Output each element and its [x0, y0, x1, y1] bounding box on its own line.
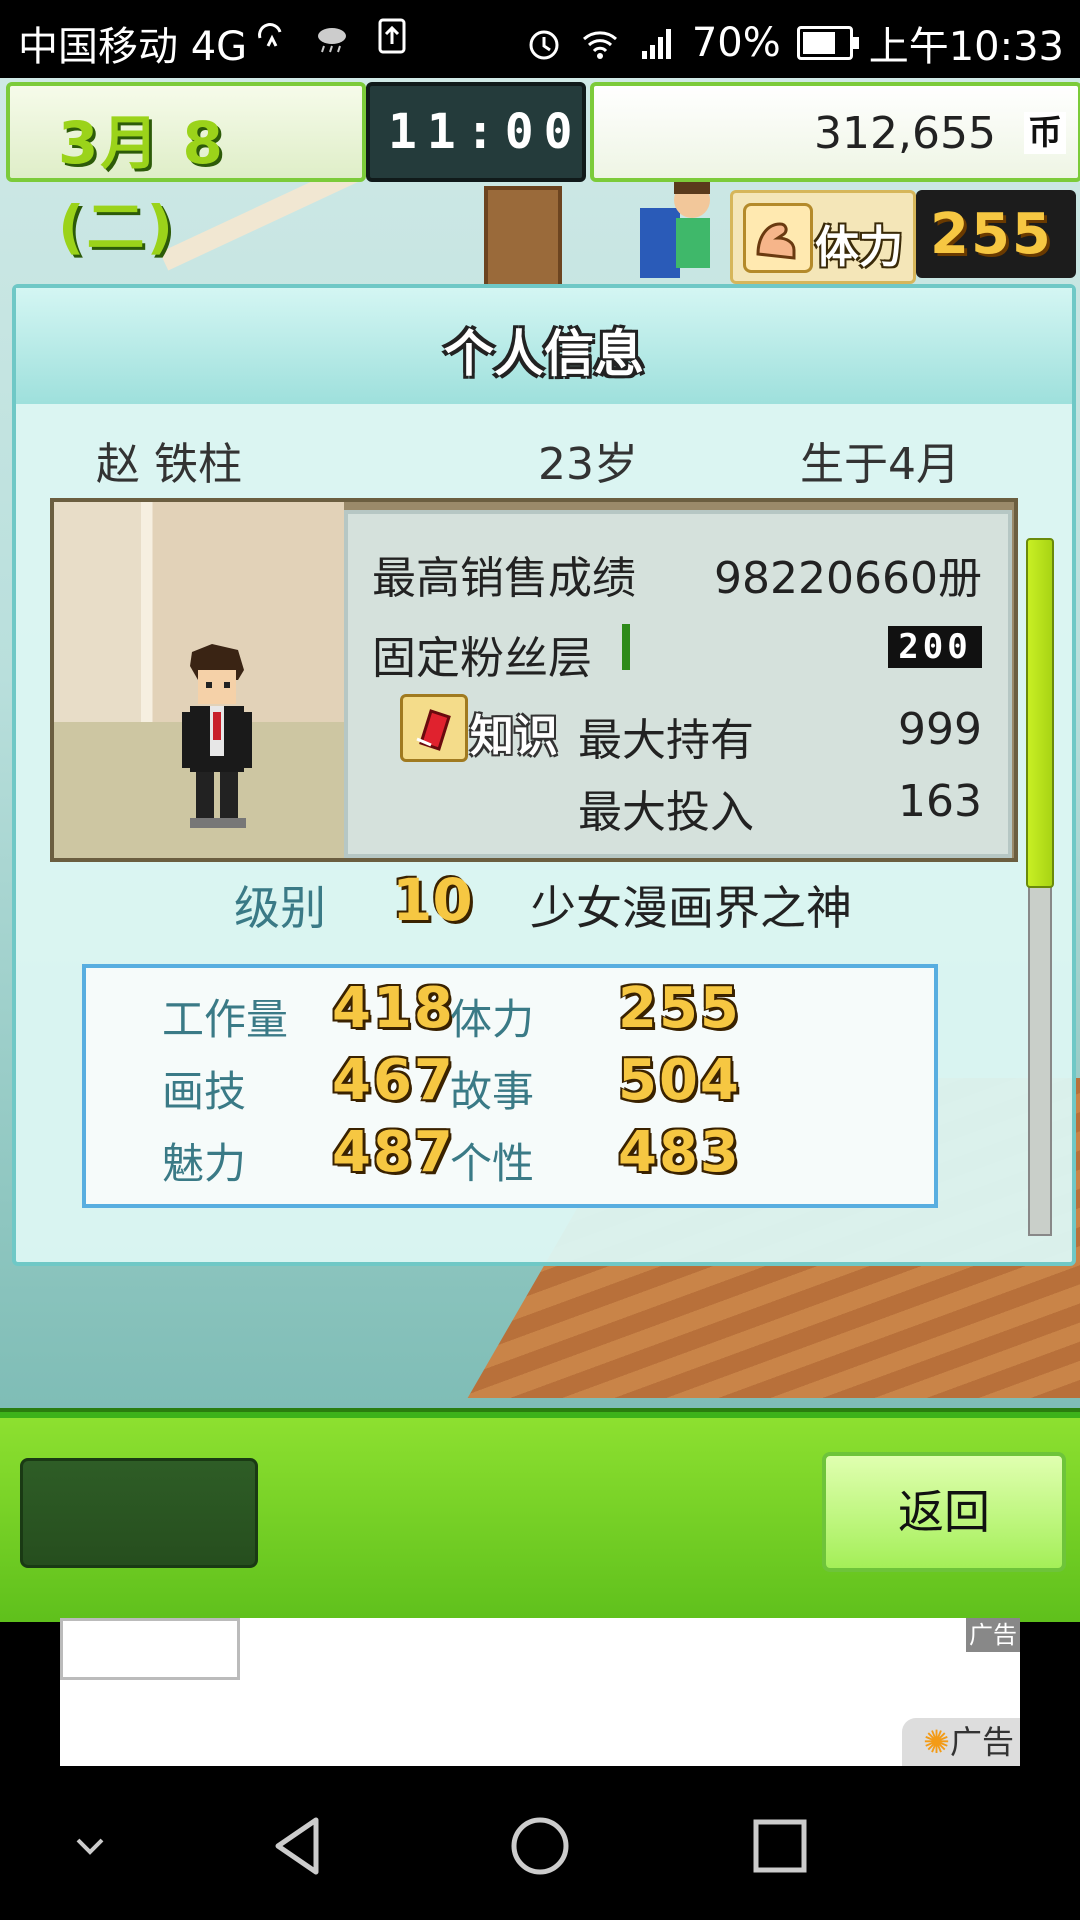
stat-workload-value: 418 [332, 976, 455, 1041]
home-nav-icon[interactable] [500, 1806, 580, 1886]
collapse-chevron-icon[interactable] [50, 1806, 130, 1886]
stamina-value: 255 [930, 202, 1053, 267]
game-clock: 11:00 [388, 104, 583, 160]
character-birth: 生于4月 [800, 439, 960, 490]
dialog-title: 个人信息 [444, 325, 644, 383]
game-clock-panel: 11:00 [366, 82, 586, 182]
ad-tag-bottom[interactable]: ✺广告 [902, 1718, 1020, 1766]
fans-label: 固定粉丝层 [372, 633, 592, 684]
clock-time: 上午10:33 [868, 24, 1064, 70]
stat-drawing-label: 画技 [162, 1067, 247, 1116]
data-activity-icon [258, 23, 282, 47]
max-hold-value: 999 [898, 704, 982, 755]
knowledge-book-icon [400, 694, 468, 762]
ad-tag-top: 广告 [966, 1618, 1020, 1652]
stat-charm-label: 魅力 [162, 1139, 247, 1188]
stat-stamina-label: 体力 [450, 995, 535, 1044]
date-label: 3月 8 (二) [58, 109, 225, 261]
carrier-label: 中国移动 4G [18, 24, 248, 70]
date-panel: 3月 8 (二) [6, 82, 366, 261]
best-sales-label: 最高销售成绩 [372, 553, 636, 604]
character-name: 赵 铁柱 [96, 439, 242, 490]
best-sales-value: 98220660册 [714, 553, 982, 604]
ad-tag-bottom-label: 广告 [949, 1723, 1014, 1761]
stat-personality-value: 483 [618, 1120, 741, 1185]
alarm-icon [529, 30, 559, 60]
stat-personality-label: 个性 [450, 1139, 535, 1188]
max-hold-label: 最大持有 [578, 715, 754, 766]
level-value: 10 [392, 866, 473, 934]
stat-stamina-value: 255 [618, 976, 741, 1041]
system-nav-bar [0, 1766, 1080, 1920]
profile-card: 最高销售成绩 98220660册 固定粉丝层 200 知识 最大持有 999 最… [50, 498, 1018, 862]
stamina-hud: 体力 255 [730, 190, 1080, 284]
fans-value: 200 [888, 626, 982, 668]
sun-icon: ✺ [923, 1723, 950, 1761]
dialog-header: 个人信息 [16, 288, 1072, 404]
stat-story-value: 504 [618, 1048, 741, 1113]
stat-charm-value: 487 [332, 1120, 455, 1185]
blank-left-button[interactable] [20, 1458, 258, 1568]
profile-row: 赵 铁柱 23岁 生于4月 [82, 428, 982, 490]
stat-story-label: 故事 [450, 1067, 535, 1116]
money-unit: 币 [1024, 112, 1066, 154]
level-label: 级别 [234, 881, 326, 935]
money-value: 312,655 [814, 108, 996, 159]
personal-info-dialog: 个人信息 赵 铁柱 23岁 生于4月 最高销售成绩 98220660册 固定粉丝… [12, 284, 1076, 1266]
scrollbar-thumb[interactable] [1026, 538, 1054, 888]
level-title: 少女漫画界之神 [530, 881, 852, 935]
stat-drawing-value: 467 [332, 1048, 455, 1113]
max-invest-label: 最大投入 [578, 787, 754, 838]
level-row: 级别 10 少女漫画界之神 [16, 866, 1016, 938]
career-stats-panel: 最高销售成绩 98220660册 固定粉丝层 200 知识 最大持有 999 最… [344, 510, 1012, 858]
back-button[interactable]: 返回 [822, 1452, 1066, 1572]
attribute-stats-box: 工作量 418 体力 255 画技 467 故事 504 魅力 487 个性 4… [82, 964, 938, 1208]
ad-placeholder-box [60, 1618, 240, 1680]
weather-icon [318, 28, 346, 53]
signal-icon [641, 29, 671, 59]
back-nav-icon[interactable] [260, 1806, 340, 1886]
character-portrait [182, 644, 252, 828]
character-age: 23岁 [538, 439, 638, 490]
battery-percent: 70% [691, 20, 781, 66]
max-invest-value: 163 [898, 776, 982, 827]
ad-banner[interactable]: 广告 ✺广告 [60, 1618, 1020, 1766]
stat-workload-label: 工作量 [162, 995, 289, 1044]
stamina-label: 体力 [815, 222, 903, 273]
money-panel: 312,655 币 [590, 82, 1080, 182]
upload-icon [378, 18, 406, 54]
bottom-action-bar: 返回 [0, 1408, 1080, 1622]
wifi-icon [582, 31, 617, 59]
fans-bar [622, 624, 630, 670]
recents-nav-icon[interactable] [740, 1806, 820, 1886]
muscle-arm-icon [743, 203, 813, 273]
knowledge-label: 知识 [470, 711, 558, 762]
status-bar: 中国移动 4G 70% 上午10:33 [0, 0, 1080, 78]
battery-icon [796, 26, 859, 60]
